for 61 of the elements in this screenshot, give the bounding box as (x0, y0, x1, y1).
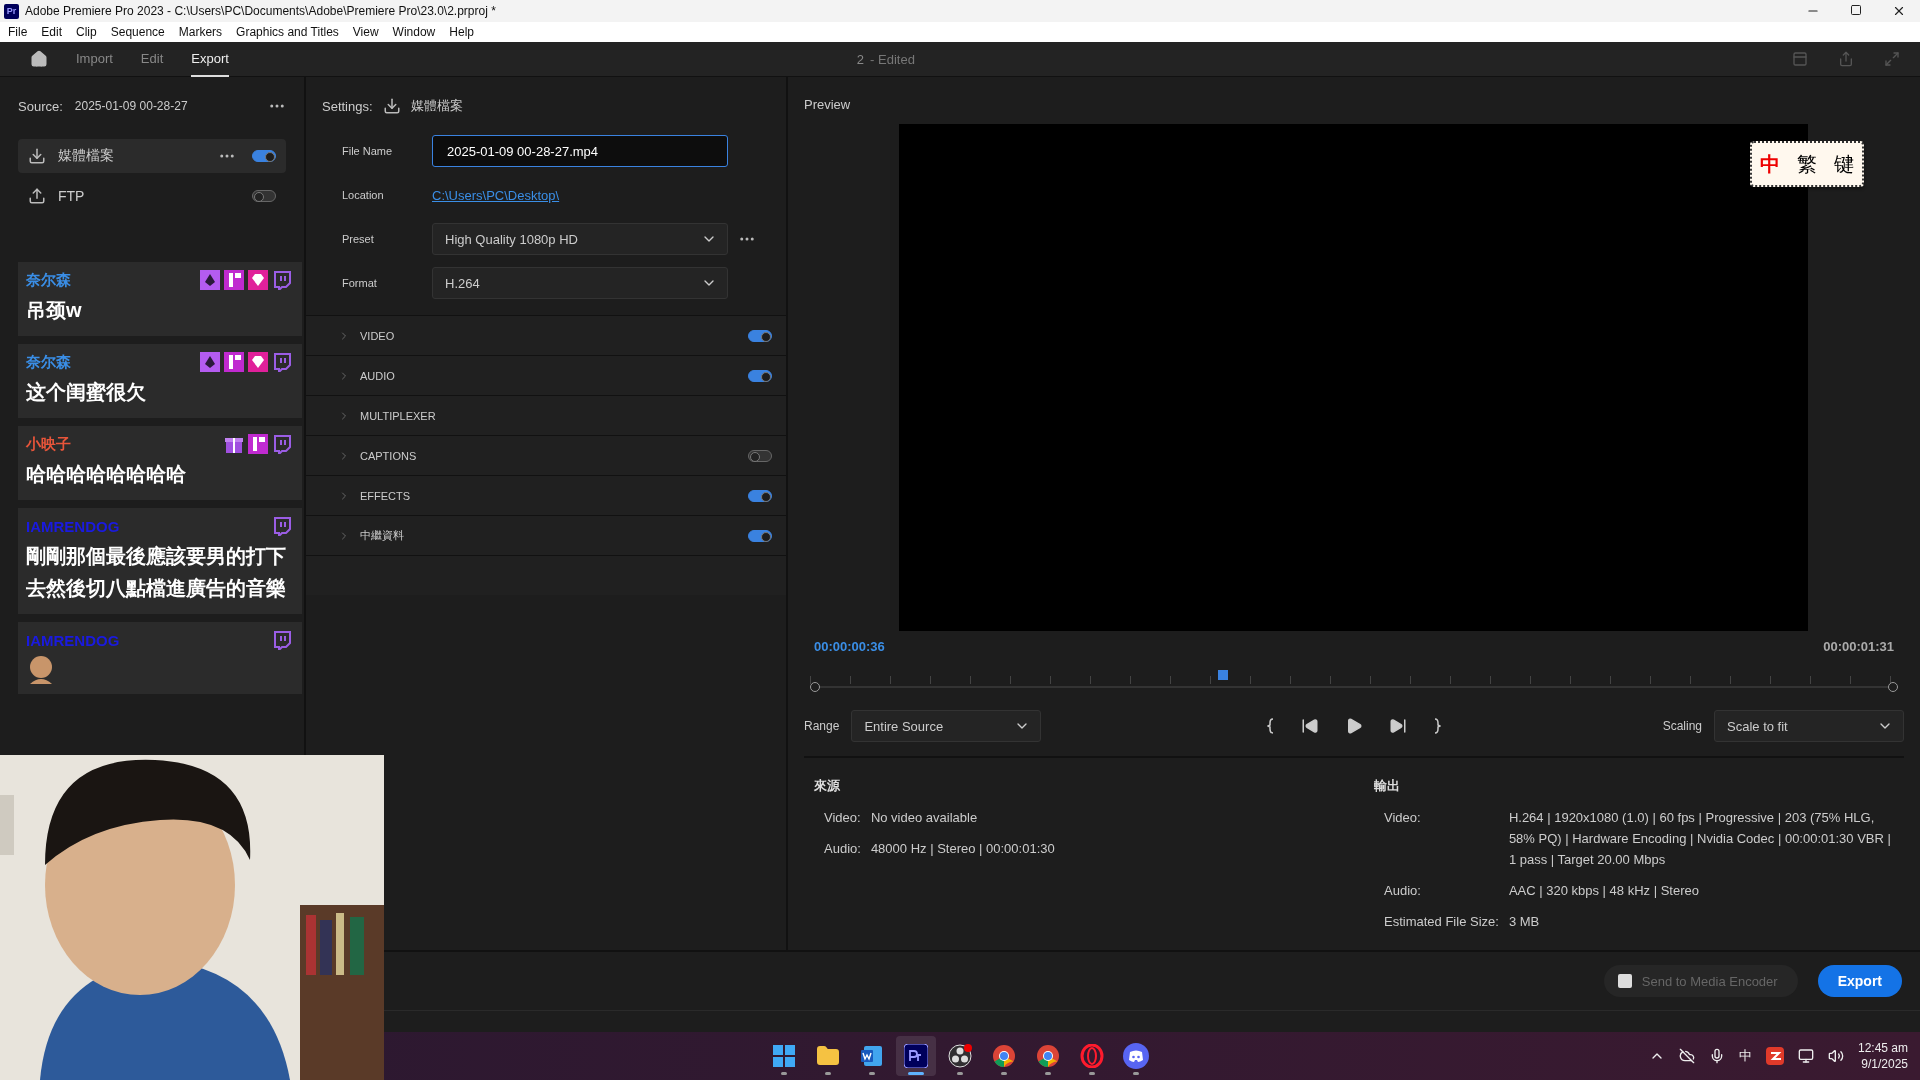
menu-item[interactable]: Graphics and Titles (236, 25, 339, 39)
info-value: 3 MB (1508, 913, 1541, 931)
info-heading: 來源 (814, 778, 840, 793)
menu-item[interactable]: Sequence (110, 25, 165, 39)
menu-item[interactable]: Edit (41, 25, 63, 39)
ime-toolbar[interactable]: 中 繁 键 (1750, 141, 1864, 187)
menu-item[interactable]: File (8, 25, 28, 39)
preview-title: Preview (804, 97, 852, 112)
menu-item[interactable]: Window (392, 25, 436, 39)
chat-text: 哈哈哈哈哈哈哈哈 (26, 462, 187, 487)
range-dropdown[interactable]: Entire Source (851, 710, 1042, 742)
export-button[interactable]: Export (1817, 965, 1902, 997)
workspace-tab[interactable]: Edit (140, 41, 164, 77)
info-value: AAC | 320 kbps | 48 kHz | Stereo (1508, 882, 1700, 900)
workspace-tab[interactable]: Import (76, 41, 113, 77)
menu-item[interactable]: Help (449, 25, 474, 39)
menu-item[interactable]: Markers (178, 25, 223, 39)
info-label: Video: (1384, 809, 1422, 827)
chat-username: 奈尔森 (26, 352, 71, 372)
info-value: H.264 | 1920x1080 (1.0) | 60 fps | Progressive | 203 (75% HLG, 58% PQ) | Hardware Encoding | Nvidia Codec | 00:00:01:30 VBR | 1 pass | Target 20.00 Mbps (1508, 809, 1892, 869)
info-label: Audio: (1384, 882, 1422, 900)
field-label: Location (342, 189, 385, 201)
scaling-label: Scaling (1662, 719, 1702, 733)
window-title: Adobe Premiere Pro 2023 - C:\Users\PC\Documents\Adobe\Premiere Pro\23.0\2.prproj * (25, 4, 496, 18)
info-heading: 輸出 (1374, 778, 1400, 793)
field-label: Format (342, 277, 378, 289)
duration: 00:00:01:31 (1823, 639, 1894, 655)
dropdown[interactable]: High Quality 1080p HD (432, 223, 728, 255)
input-method-indicator[interactable]: 中 (1738, 1047, 1752, 1065)
chat-username: IAMRENDOG (26, 631, 120, 649)
dropdown[interactable]: H.264 (432, 267, 728, 299)
settings-label: Settings: (322, 98, 373, 114)
chat-text: 这个闺蜜很欠 (26, 380, 147, 405)
source-name: 2025-01-09 00-28-27 (74, 99, 188, 113)
menu-item[interactable]: Clip (76, 25, 97, 39)
info-value: No video available (870, 809, 979, 827)
info-value: 48000 Hz | Stereo | 00:00:01:30 (870, 840, 1056, 858)
field-label: File Name (342, 145, 394, 157)
premiere-logo-icon: Pr (4, 3, 19, 19)
destination-item[interactable]: 媒體檔案 (18, 139, 286, 173)
chat-text: 吊颈w (26, 298, 83, 323)
current-time: 00:00:00:36 (814, 639, 885, 655)
location-link[interactable]: C:\Users\PC\Desktop\ (432, 188, 560, 203)
chat-username: IAMRENDOG (26, 517, 120, 535)
field-label: Preset (342, 233, 375, 245)
chat-username: 小映子 (26, 434, 71, 454)
chat-text: 剛剛那個最後應該要男的打下去然後切八點檔進廣告的音樂 (26, 544, 287, 601)
document-status: - Edited (870, 51, 915, 67)
menu-item[interactable]: View (352, 25, 379, 39)
document-name: 2 (856, 51, 865, 67)
clock[interactable]: 12:45 am 9/1/2025 (1857, 1040, 1908, 1072)
destination-name: 媒體檔案 (410, 97, 463, 115)
chat-username: 奈尔森 (26, 270, 71, 290)
info-label: Audio: (824, 840, 861, 858)
info-label: Video: (824, 809, 861, 827)
source-label: Source: (18, 98, 63, 114)
file-name-field[interactable]: 2025-01-09 00-28-27.mp4 (432, 135, 728, 167)
range-label: Range (804, 719, 840, 733)
scaling-dropdown[interactable]: Scale to fit (1714, 710, 1904, 742)
destination-item[interactable]: FTP (18, 179, 286, 213)
info-label: Estimated File Size: (1384, 913, 1499, 931)
